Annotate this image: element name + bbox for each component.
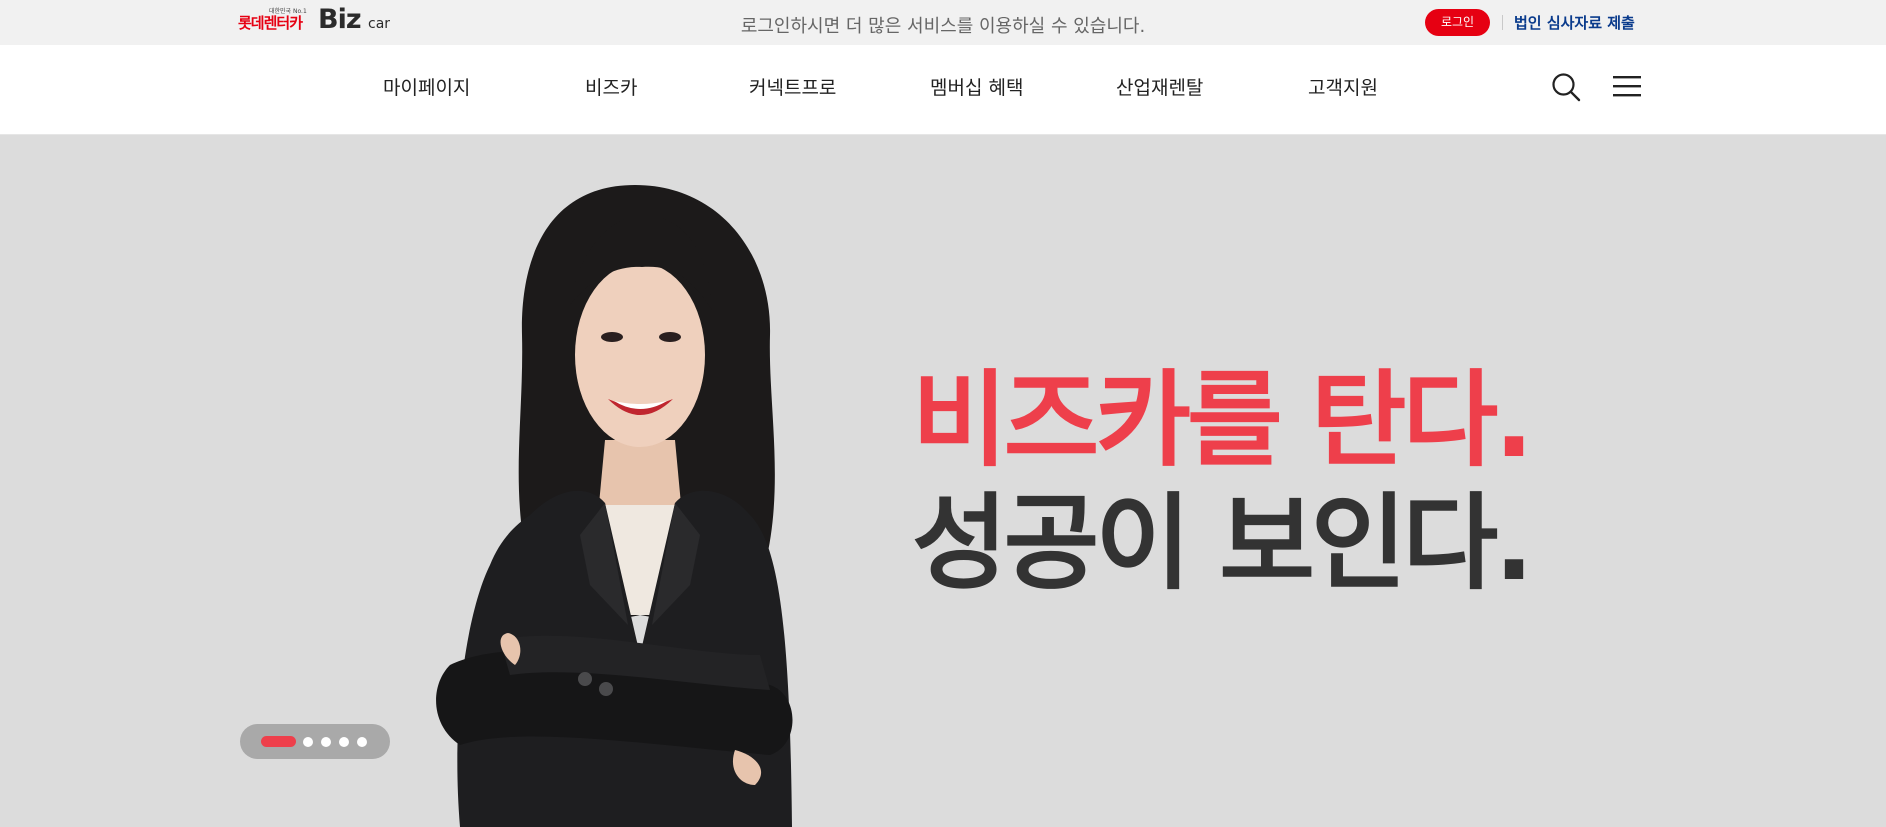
nav-item-industrial-rental[interactable]: 산업재렌탈 xyxy=(1116,73,1203,100)
search-icon[interactable] xyxy=(1551,72,1581,102)
main-navigation: 마이페이지 비즈카 커넥트프로 멤버십 혜택 산업재렌탈 고객지원 xyxy=(0,45,1886,135)
hero-banner: 비즈카를 탄다. 성공이 보인다. xyxy=(0,135,1886,827)
top-divider xyxy=(1502,15,1503,30)
hero-headline-line2: 성공이 보인다. xyxy=(912,482,1534,604)
slider-dot[interactable] xyxy=(321,737,331,747)
nav-item-mypage[interactable]: 마이페이지 xyxy=(383,73,470,100)
slider-dot[interactable] xyxy=(357,737,367,747)
slider-dot[interactable] xyxy=(339,737,349,747)
slider-dot-active[interactable] xyxy=(261,736,296,747)
login-button[interactable]: 로그인 xyxy=(1425,9,1490,36)
corporate-document-submit-link[interactable]: 법인 심사자료 제출 xyxy=(1514,12,1635,33)
top-utility-bar: 대한민국 No.1 롯데렌터카 Biz car 로그인하시면 더 많은 서비스를… xyxy=(0,0,1886,45)
menu-icon[interactable] xyxy=(1613,74,1641,98)
nav-item-connectpro[interactable]: 커넥트프로 xyxy=(749,73,836,100)
slider-dot[interactable] xyxy=(303,737,313,747)
nav-item-bizcar[interactable]: 비즈카 xyxy=(585,73,637,100)
model-portrait-image xyxy=(390,185,870,827)
nav-item-customer-support[interactable]: 고객지원 xyxy=(1308,73,1378,100)
slider-pagination xyxy=(240,724,390,759)
nav-item-membership[interactable]: 멤버십 혜택 xyxy=(930,73,1023,100)
